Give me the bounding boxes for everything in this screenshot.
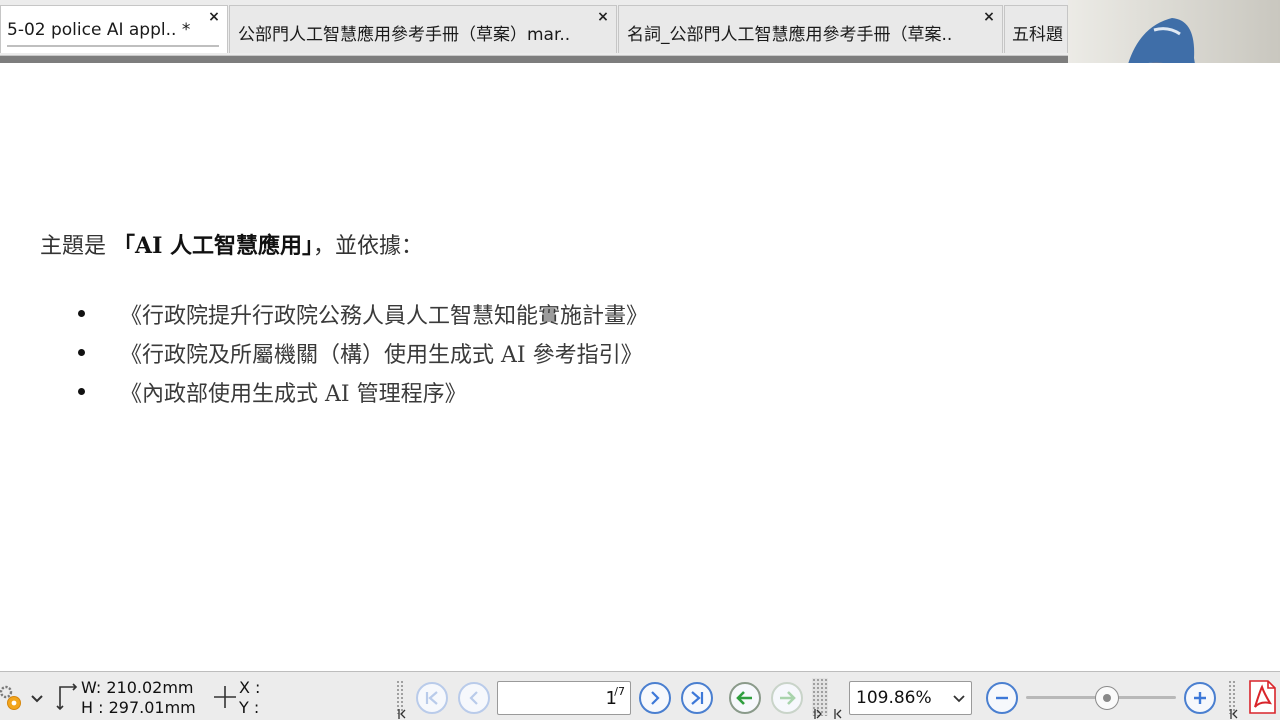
next-page-button[interactable] — [639, 682, 671, 714]
last-page-button[interactable] — [681, 682, 713, 714]
tab-label: 5-02 police AI appl.. * — [7, 20, 191, 40]
toolbar-collapse-icon[interactable] — [398, 705, 406, 719]
chevron-left-icon — [469, 691, 478, 705]
heading-suffix: ，並依據： — [313, 234, 424, 259]
tab-close-icon[interactable]: × — [596, 10, 610, 24]
zoom-thumb-dot — [1103, 694, 1112, 702]
page-width-value: W: 210.02mm — [81, 678, 194, 697]
pdf-icon — [1249, 680, 1276, 714]
tab-label: 公部門人工智慧應用參考手冊（草案）mar.. — [238, 25, 571, 45]
document-heading: 主題是 「AI 人工智慧應用」，並依據： — [40, 228, 423, 260]
cursor-x-label: X : — [239, 678, 261, 697]
active-tab-indicator — [7, 45, 219, 47]
zoom-in-button[interactable] — [1184, 682, 1216, 714]
reference-title: 《行政院及所屬機關（構）使用生成式 AI 參考指引》 — [120, 343, 643, 368]
toolbar-collapse-icon[interactable] — [834, 705, 842, 719]
page-number-field[interactable]: 1 /7 — [497, 681, 631, 715]
arrow-right-icon — [780, 691, 796, 705]
bullet-icon — [78, 310, 85, 317]
skip-to-first-icon — [425, 691, 438, 705]
minus-icon — [996, 696, 1008, 700]
tab-ai-handbook-draft[interactable]: 公部門人工智慧應用參考手冊（草案）mar.. × — [229, 5, 617, 53]
first-page-button[interactable] — [416, 682, 448, 714]
tab-close-icon[interactable]: × — [207, 10, 221, 24]
toolbar-collapse-icon[interactable] — [1230, 705, 1238, 719]
status-toolbar: W: 210.02mm H : 297.01mm X : Y : 1 /7 10… — [0, 671, 1280, 720]
cursor-y-label: Y : — [239, 698, 260, 717]
zoom-level-value: 109.86% — [856, 688, 932, 708]
toolbar-expand-icon[interactable] — [814, 705, 822, 719]
arrow-left-icon — [736, 691, 752, 705]
plus-icon — [1194, 692, 1206, 704]
bullet-icon — [78, 349, 85, 356]
tab-fifth-section[interactable]: 五科題 — [1004, 5, 1068, 53]
zoom-level-select[interactable]: 109.86% — [849, 681, 972, 715]
reference-title: 《行政院提升行政院公務人員人工智慧知能實施計畫》 — [120, 304, 649, 329]
heading-topic: 「AI 人工智慧應用」 — [113, 233, 314, 259]
chevron-down-icon — [953, 695, 965, 703]
heading-prefix: 主題是 — [40, 234, 113, 259]
bullet-icon — [78, 388, 85, 395]
export-pdf-button[interactable] — [1246, 679, 1278, 715]
page-height-value: H : 297.01mm — [81, 698, 196, 717]
reference-title: 《內政部使用生成式 AI 管理程序》 — [120, 382, 467, 407]
crosshair-icon — [212, 682, 238, 712]
total-pages-value: /7 — [614, 685, 625, 698]
page-size-icon — [54, 679, 80, 715]
gear-icon — [0, 685, 43, 710]
tab-ai-handbook-glossary[interactable]: 名詞_公部門人工智慧應用參考手冊（草案.. × — [618, 5, 1003, 53]
zoom-slider[interactable] — [1026, 685, 1176, 711]
tab-label: 名詞_公部門人工智慧應用參考手冊（草案.. — [627, 25, 953, 45]
zoom-slider-thumb[interactable] — [1095, 686, 1120, 710]
tab-close-icon[interactable]: × — [982, 10, 996, 24]
tab-police-ai-application[interactable]: 5-02 police AI appl.. * × — [0, 5, 228, 53]
history-back-button[interactable] — [729, 682, 761, 714]
skip-to-last-icon — [691, 691, 704, 705]
chevron-right-icon — [651, 691, 660, 705]
history-forward-button[interactable] — [771, 682, 803, 714]
settings-menu-button[interactable] — [0, 680, 46, 714]
zoom-out-button[interactable] — [986, 682, 1018, 714]
tab-label: 五科題 — [1012, 25, 1063, 45]
previous-page-button[interactable] — [458, 682, 490, 714]
